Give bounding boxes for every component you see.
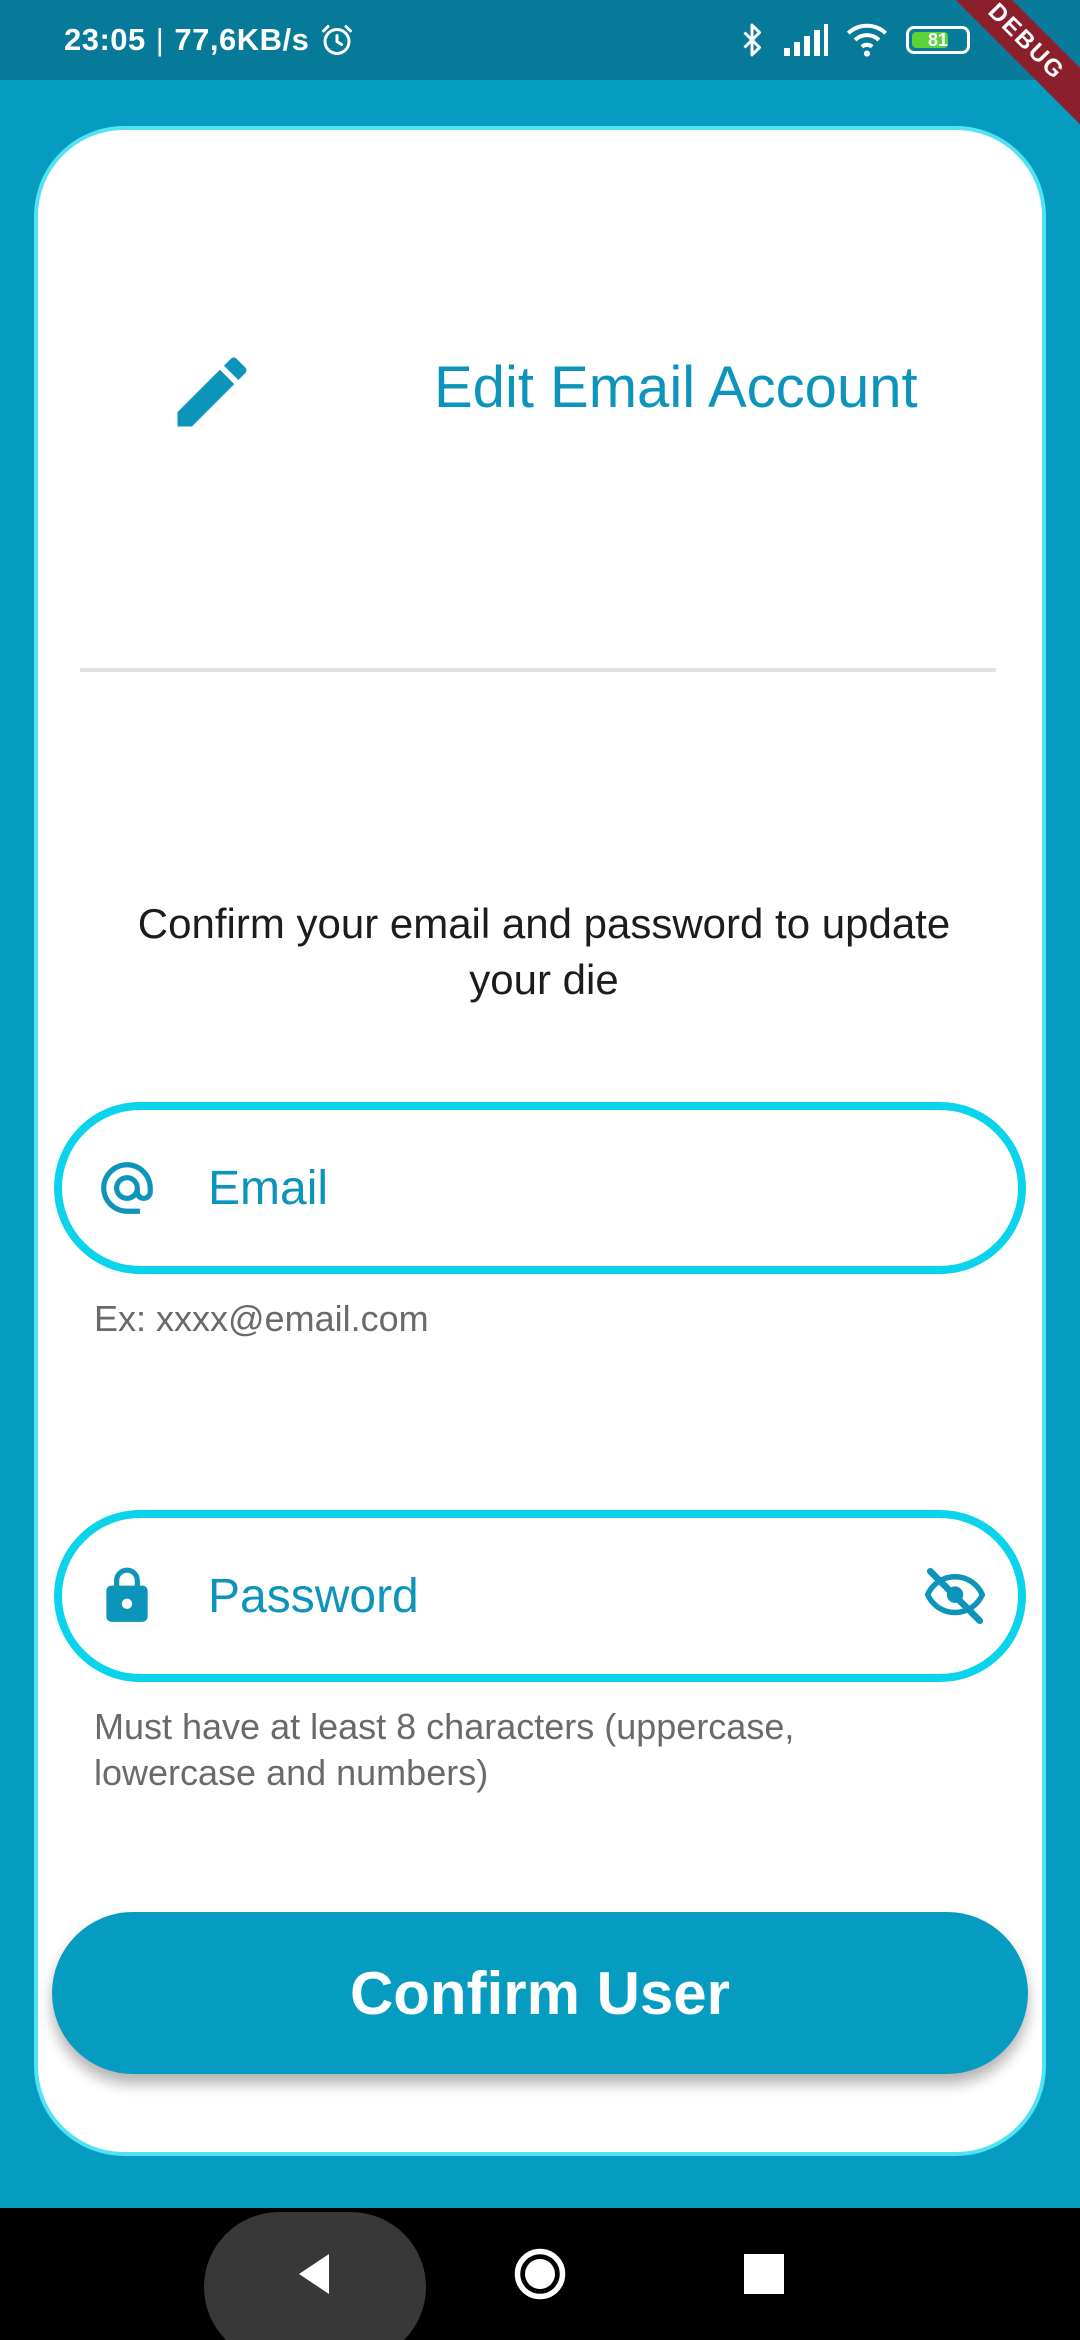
alarm-icon: [322, 25, 353, 55]
home-icon[interactable]: [510, 2244, 570, 2304]
bluetooth-icon: [743, 23, 761, 57]
status-right: 81: [738, 0, 970, 80]
signal-icon: [784, 24, 828, 56]
battery-icon: 81: [906, 26, 970, 54]
battery-level: 81: [927, 29, 949, 50]
status-bar: 23:05 | 77,6KB/s 81 DEBUG: [0, 0, 1080, 134]
email-label: Email: [208, 1161, 329, 1215]
at-icon: [101, 1162, 153, 1214]
edit-email-card: Edit Email Account Confirm your email an…: [34, 126, 1046, 2156]
form-subtitle: Confirm your email and password to updat…: [137, 900, 951, 1003]
email-field[interactable]: Email: [54, 1102, 1026, 1274]
network-speed: 77,6KB/s: [174, 22, 310, 57]
divider: [80, 668, 996, 672]
status-separator: |: [155, 22, 165, 57]
email-helper-text: Ex: xxxx@email.com: [94, 1298, 429, 1339]
status-left: 23:05 | 77,6KB/s: [64, 0, 355, 80]
password-field[interactable]: Password: [54, 1510, 1026, 1682]
password-label: Password: [208, 1569, 419, 1623]
pencil-icon: [177, 357, 247, 427]
status-time: 23:05: [64, 22, 146, 57]
confirm-user-button[interactable]: Confirm User: [52, 1912, 1028, 2074]
back-icon[interactable]: [284, 2244, 344, 2304]
password-helper-text: Must have at least 8 characters (upperca…: [94, 1706, 795, 1793]
lock-icon: [106, 1567, 148, 1622]
navigation-bar: [0, 2208, 1080, 2340]
page-title: Edit Email Account: [434, 355, 918, 420]
wifi-icon: [846, 23, 888, 57]
eye-off-icon[interactable]: [922, 1563, 988, 1629]
recent-apps-icon[interactable]: [734, 2244, 794, 2304]
card-header: Edit Email Account: [38, 130, 1042, 430]
